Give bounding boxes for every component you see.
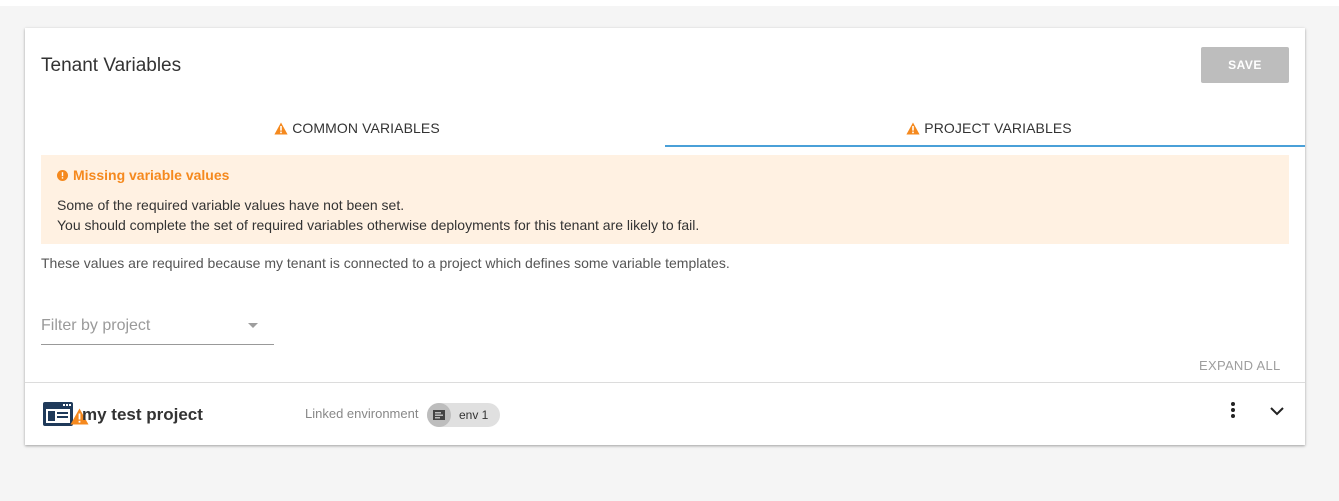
required-note: These values are required because my ten… xyxy=(41,255,730,271)
dropdown-caret-icon[interactable] xyxy=(248,323,258,328)
linked-environment-label: Linked environment xyxy=(305,406,419,421)
alert-message-line: You should complete the set of required … xyxy=(57,217,700,233)
exclamation-circle-icon xyxy=(57,169,68,181)
tab-bar: COMMON VARIABLES PROJECT VARIABLES xyxy=(41,108,1305,148)
warning-icon xyxy=(906,122,920,135)
filter-input[interactable] xyxy=(41,317,241,335)
tab-label: PROJECT VARIABLES xyxy=(924,120,1072,136)
more-vert-icon[interactable] xyxy=(1223,399,1243,423)
chevron-down-icon[interactable] xyxy=(1267,401,1287,421)
filter-by-project-select[interactable] xyxy=(41,310,274,345)
project-row[interactable]: my test project Linked environment env 1 xyxy=(25,383,1305,445)
page-title: Tenant Variables xyxy=(41,55,182,76)
expand-all-button[interactable]: EXPAND ALL xyxy=(1199,358,1281,373)
project-name: my test project xyxy=(82,405,203,424)
save-button[interactable]: SAVE xyxy=(1201,47,1289,83)
project-logo-icon xyxy=(43,402,73,426)
alert-title: Missing variable values xyxy=(57,167,1273,183)
top-strip xyxy=(0,0,1339,6)
missing-values-alert: Missing variable values Some of the requ… xyxy=(41,155,1289,244)
environment-icon xyxy=(427,403,451,427)
warning-icon xyxy=(274,122,288,135)
tab-common-variables[interactable]: COMMON VARIABLES xyxy=(41,108,673,148)
alert-title-text: Missing variable values xyxy=(73,167,230,183)
tab-label: COMMON VARIABLES xyxy=(292,120,440,136)
environment-chip[interactable]: env 1 xyxy=(427,403,500,427)
environment-chip-label: env 1 xyxy=(459,408,489,422)
tenant-variables-card: Tenant Variables SAVE COMMON VARIABLES P… xyxy=(25,28,1305,445)
alert-message-line: Some of the required variable values hav… xyxy=(57,197,405,213)
tab-project-variables[interactable]: PROJECT VARIABLES xyxy=(673,108,1305,148)
active-tab-indicator xyxy=(665,145,1305,147)
